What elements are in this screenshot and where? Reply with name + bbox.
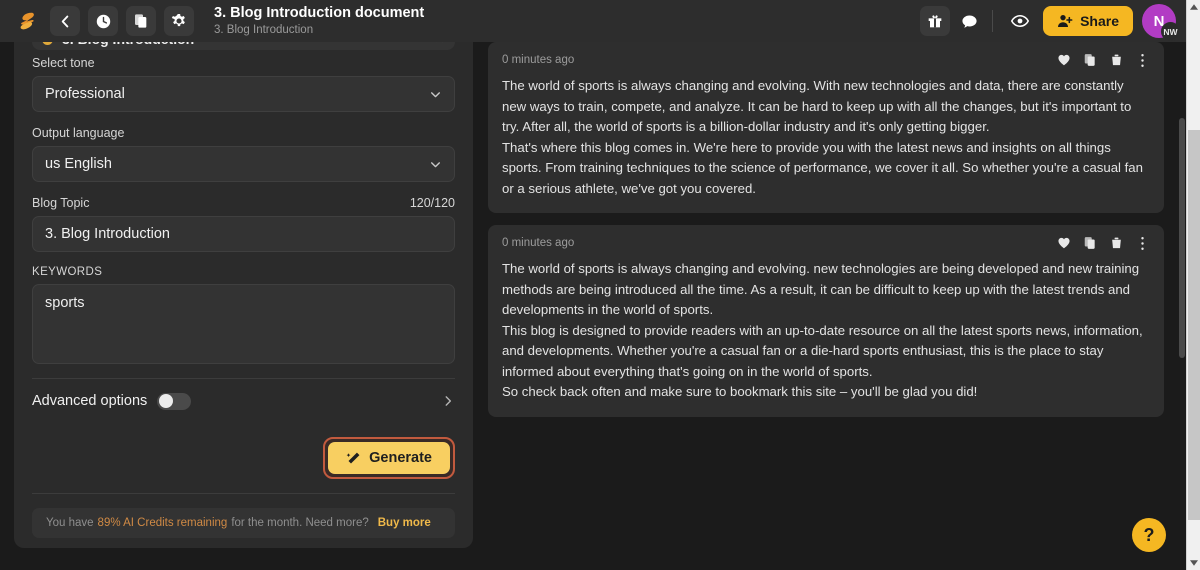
keywords-field: KEYWORDS sports <box>32 266 455 364</box>
gift-icon <box>927 13 943 29</box>
credits-prefix: You have <box>46 517 94 529</box>
chevron-right-icon[interactable] <box>441 394 455 408</box>
results-panel: 0 minutes ago The world of sports is alw… <box>488 42 1164 570</box>
tone-select[interactable]: Professional <box>32 76 455 112</box>
generator-sidebar: 3. Blog Introduction ✕ Select tone Profe… <box>14 0 473 548</box>
language-select[interactable]: us English <box>32 146 455 182</box>
card-paragraph: The world of sports is always changing a… <box>502 76 1150 138</box>
document-title-group: 3. Blog Introduction document 3. Blog In… <box>214 5 424 38</box>
card-actions <box>1056 235 1150 251</box>
preview-button[interactable] <box>1005 6 1035 36</box>
copy-icon[interactable] <box>1082 235 1098 251</box>
browser-scrollbar[interactable] <box>1186 0 1200 570</box>
help-button[interactable]: ? <box>1132 518 1166 552</box>
card-actions <box>1056 52 1150 68</box>
share-button[interactable]: Share <box>1043 6 1133 36</box>
chevron-down-icon <box>429 88 442 101</box>
credits-banner: You have 89% AI Credits remaining for th… <box>32 508 455 538</box>
footer-divider <box>32 493 455 494</box>
card-header: 0 minutes ago <box>502 235 1150 251</box>
more-vertical-icon[interactable] <box>1134 235 1150 251</box>
avatar[interactable]: N NW <box>1142 4 1176 38</box>
advanced-options-toggle[interactable] <box>157 393 191 410</box>
breadcrumb: 3. Blog Introduction <box>214 23 424 38</box>
blog-topic-value: 3. Blog Introduction <box>45 226 170 242</box>
keywords-label: KEYWORDS <box>32 266 455 278</box>
content-scrollbar[interactable] <box>1178 42 1186 570</box>
generate-focus-ring: Generate <box>323 437 455 479</box>
language-field: Output language us English <box>32 126 455 182</box>
blog-topic-label: Blog Topic <box>32 196 89 210</box>
card-timestamp: 0 minutes ago <box>502 54 574 66</box>
card-body: The world of sports is always changing a… <box>502 76 1150 199</box>
simplified-logo-icon[interactable] <box>14 8 40 34</box>
chevron-down-icon <box>429 158 442 171</box>
credits-highlight: 89% AI Credits remaining <box>98 517 228 529</box>
heart-icon[interactable] <box>1056 235 1072 251</box>
generator-form: Select tone Professional Output language… <box>32 56 455 538</box>
tone-label: Select tone <box>32 56 455 70</box>
blog-topic-counter: 120/120 <box>410 196 455 210</box>
toggle-knob <box>159 394 173 408</box>
browser-scrollbar-thumb[interactable] <box>1188 130 1200 520</box>
card-paragraph: The world of sports is always changing a… <box>502 259 1150 321</box>
card-header: 0 minutes ago <box>502 52 1150 68</box>
card-paragraph: So check back often and make sure to boo… <box>502 382 1150 403</box>
gift-button[interactable] <box>920 6 950 36</box>
share-label: Share <box>1080 13 1119 29</box>
advanced-options-label: Advanced options <box>32 393 147 409</box>
blog-topic-input[interactable]: 3. Blog Introduction <box>32 216 455 252</box>
comments-button[interactable] <box>954 6 984 36</box>
page-title: 3. Blog Introduction document <box>214 5 424 21</box>
back-button[interactable] <box>50 6 80 36</box>
blog-topic-field: Blog Topic 120/120 3. Blog Introduction <box>32 196 455 252</box>
clock-icon <box>95 13 112 30</box>
header-divider <box>992 10 993 32</box>
app-header: 3. Blog Introduction document 3. Blog In… <box>0 0 1186 42</box>
content-scrollbar-thumb[interactable] <box>1179 118 1185 358</box>
result-card: 0 minutes ago The world of sports is alw… <box>488 225 1164 417</box>
documents-icon <box>133 13 149 29</box>
generate-button[interactable]: Generate <box>328 442 450 474</box>
blog-topic-label-row: Blog Topic 120/120 <box>32 196 455 210</box>
generate-label: Generate <box>369 450 432 466</box>
keywords-input[interactable]: sports <box>32 284 455 364</box>
heart-icon[interactable] <box>1056 52 1072 68</box>
trash-icon[interactable] <box>1108 235 1124 251</box>
more-vertical-icon[interactable] <box>1134 52 1150 68</box>
advanced-options-row[interactable]: Advanced options <box>32 379 455 423</box>
card-paragraph: This blog is designed to provide readers… <box>502 321 1150 383</box>
documents-button[interactable] <box>126 6 156 36</box>
header-actions: Share N NW <box>916 4 1176 38</box>
card-body: The world of sports is always changing a… <box>502 259 1150 403</box>
history-button[interactable] <box>88 6 118 36</box>
buy-more-link[interactable]: Buy more <box>378 517 431 529</box>
magic-wand-icon <box>346 451 361 466</box>
keywords-value: sports <box>45 295 85 311</box>
tone-field: Select tone Professional <box>32 56 455 112</box>
trash-icon[interactable] <box>1108 52 1124 68</box>
scroll-down-arrow-icon[interactable] <box>1187 556 1200 570</box>
card-paragraph: That's where this blog comes in. We're h… <box>502 138 1150 200</box>
card-timestamp: 0 minutes ago <box>502 237 574 249</box>
avatar-badge: NW <box>1161 22 1180 41</box>
chevron-left-icon <box>58 14 73 29</box>
language-value: us English <box>45 156 112 172</box>
comment-icon <box>961 13 978 30</box>
tone-value: Professional <box>45 86 125 102</box>
copy-icon[interactable] <box>1082 52 1098 68</box>
eye-icon <box>1011 12 1029 30</box>
user-plus-icon <box>1057 13 1073 29</box>
gear-icon <box>171 13 187 29</box>
result-card: 0 minutes ago The world of sports is alw… <box>488 42 1164 213</box>
credits-suffix: for the month. Need more? <box>231 517 368 529</box>
scroll-up-arrow-icon[interactable] <box>1187 0 1200 14</box>
settings-button[interactable] <box>164 6 194 36</box>
language-label: Output language <box>32 126 455 140</box>
generate-row: Generate <box>32 437 455 479</box>
